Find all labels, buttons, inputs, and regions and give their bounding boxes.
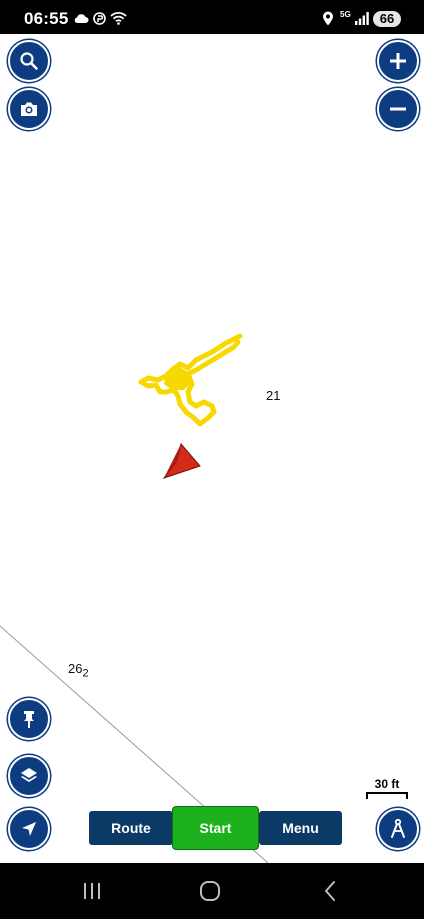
camera-button[interactable] — [8, 88, 50, 130]
zoom-in-icon — [390, 53, 406, 69]
start-button[interactable]: Start — [172, 806, 259, 850]
app-screen: 06:55 5G 66 21 262 30 ft Route Menu Star… — [0, 0, 424, 919]
layers-icon — [21, 768, 37, 782]
camera-icon — [21, 102, 37, 116]
zoom-out-button[interactable] — [377, 88, 419, 130]
search-icon — [20, 52, 38, 70]
map-scale-bar — [366, 792, 408, 799]
zoom-in-button[interactable] — [377, 40, 419, 82]
system-nav-bar — [0, 863, 424, 919]
cloud-icon — [74, 14, 89, 23]
bottom-action-bar: Route Menu Start — [89, 806, 342, 850]
zoom-out-icon — [390, 107, 406, 111]
layers-button[interactable] — [8, 755, 50, 797]
data-saver-icon — [93, 12, 106, 25]
status-bar: 06:55 5G 66 — [0, 0, 424, 34]
depth-label-26-sub: 2 — [82, 667, 89, 680]
battery-level: 66 — [373, 11, 401, 27]
back-button[interactable] — [290, 863, 370, 919]
compass-button[interactable] — [377, 808, 419, 850]
status-time: 06:55 — [24, 9, 69, 28]
navigation-arrow-icon — [22, 822, 36, 836]
route-button[interactable]: Route — [89, 811, 173, 845]
pin-button[interactable] — [8, 698, 50, 740]
recent-apps-icon — [84, 883, 100, 899]
depth-label-26-main: 26 — [68, 661, 83, 676]
depth-label-26: 262 — [68, 662, 89, 681]
depth-label-21: 21 — [266, 388, 281, 403]
vessel-position-icon — [162, 442, 201, 479]
map-canvas[interactable]: 21 262 — [0, 34, 424, 863]
recent-apps-button[interactable] — [52, 863, 132, 919]
back-icon — [325, 881, 335, 901]
navigation-button[interactable] — [8, 808, 50, 850]
home-button[interactable] — [170, 863, 250, 919]
network-type: 5G — [340, 10, 351, 19]
map-layer — [0, 333, 269, 863]
map-scale-label: 30 ft — [374, 777, 400, 791]
home-icon — [200, 881, 220, 901]
wifi-icon — [110, 12, 127, 25]
track-path — [138, 333, 243, 427]
location-icon — [323, 11, 333, 26]
menu-button[interactable]: Menu — [259, 811, 342, 845]
search-button[interactable] — [8, 40, 50, 82]
compass-icon — [391, 818, 405, 838]
signal-icon — [355, 12, 369, 25]
pin-icon — [24, 711, 34, 728]
